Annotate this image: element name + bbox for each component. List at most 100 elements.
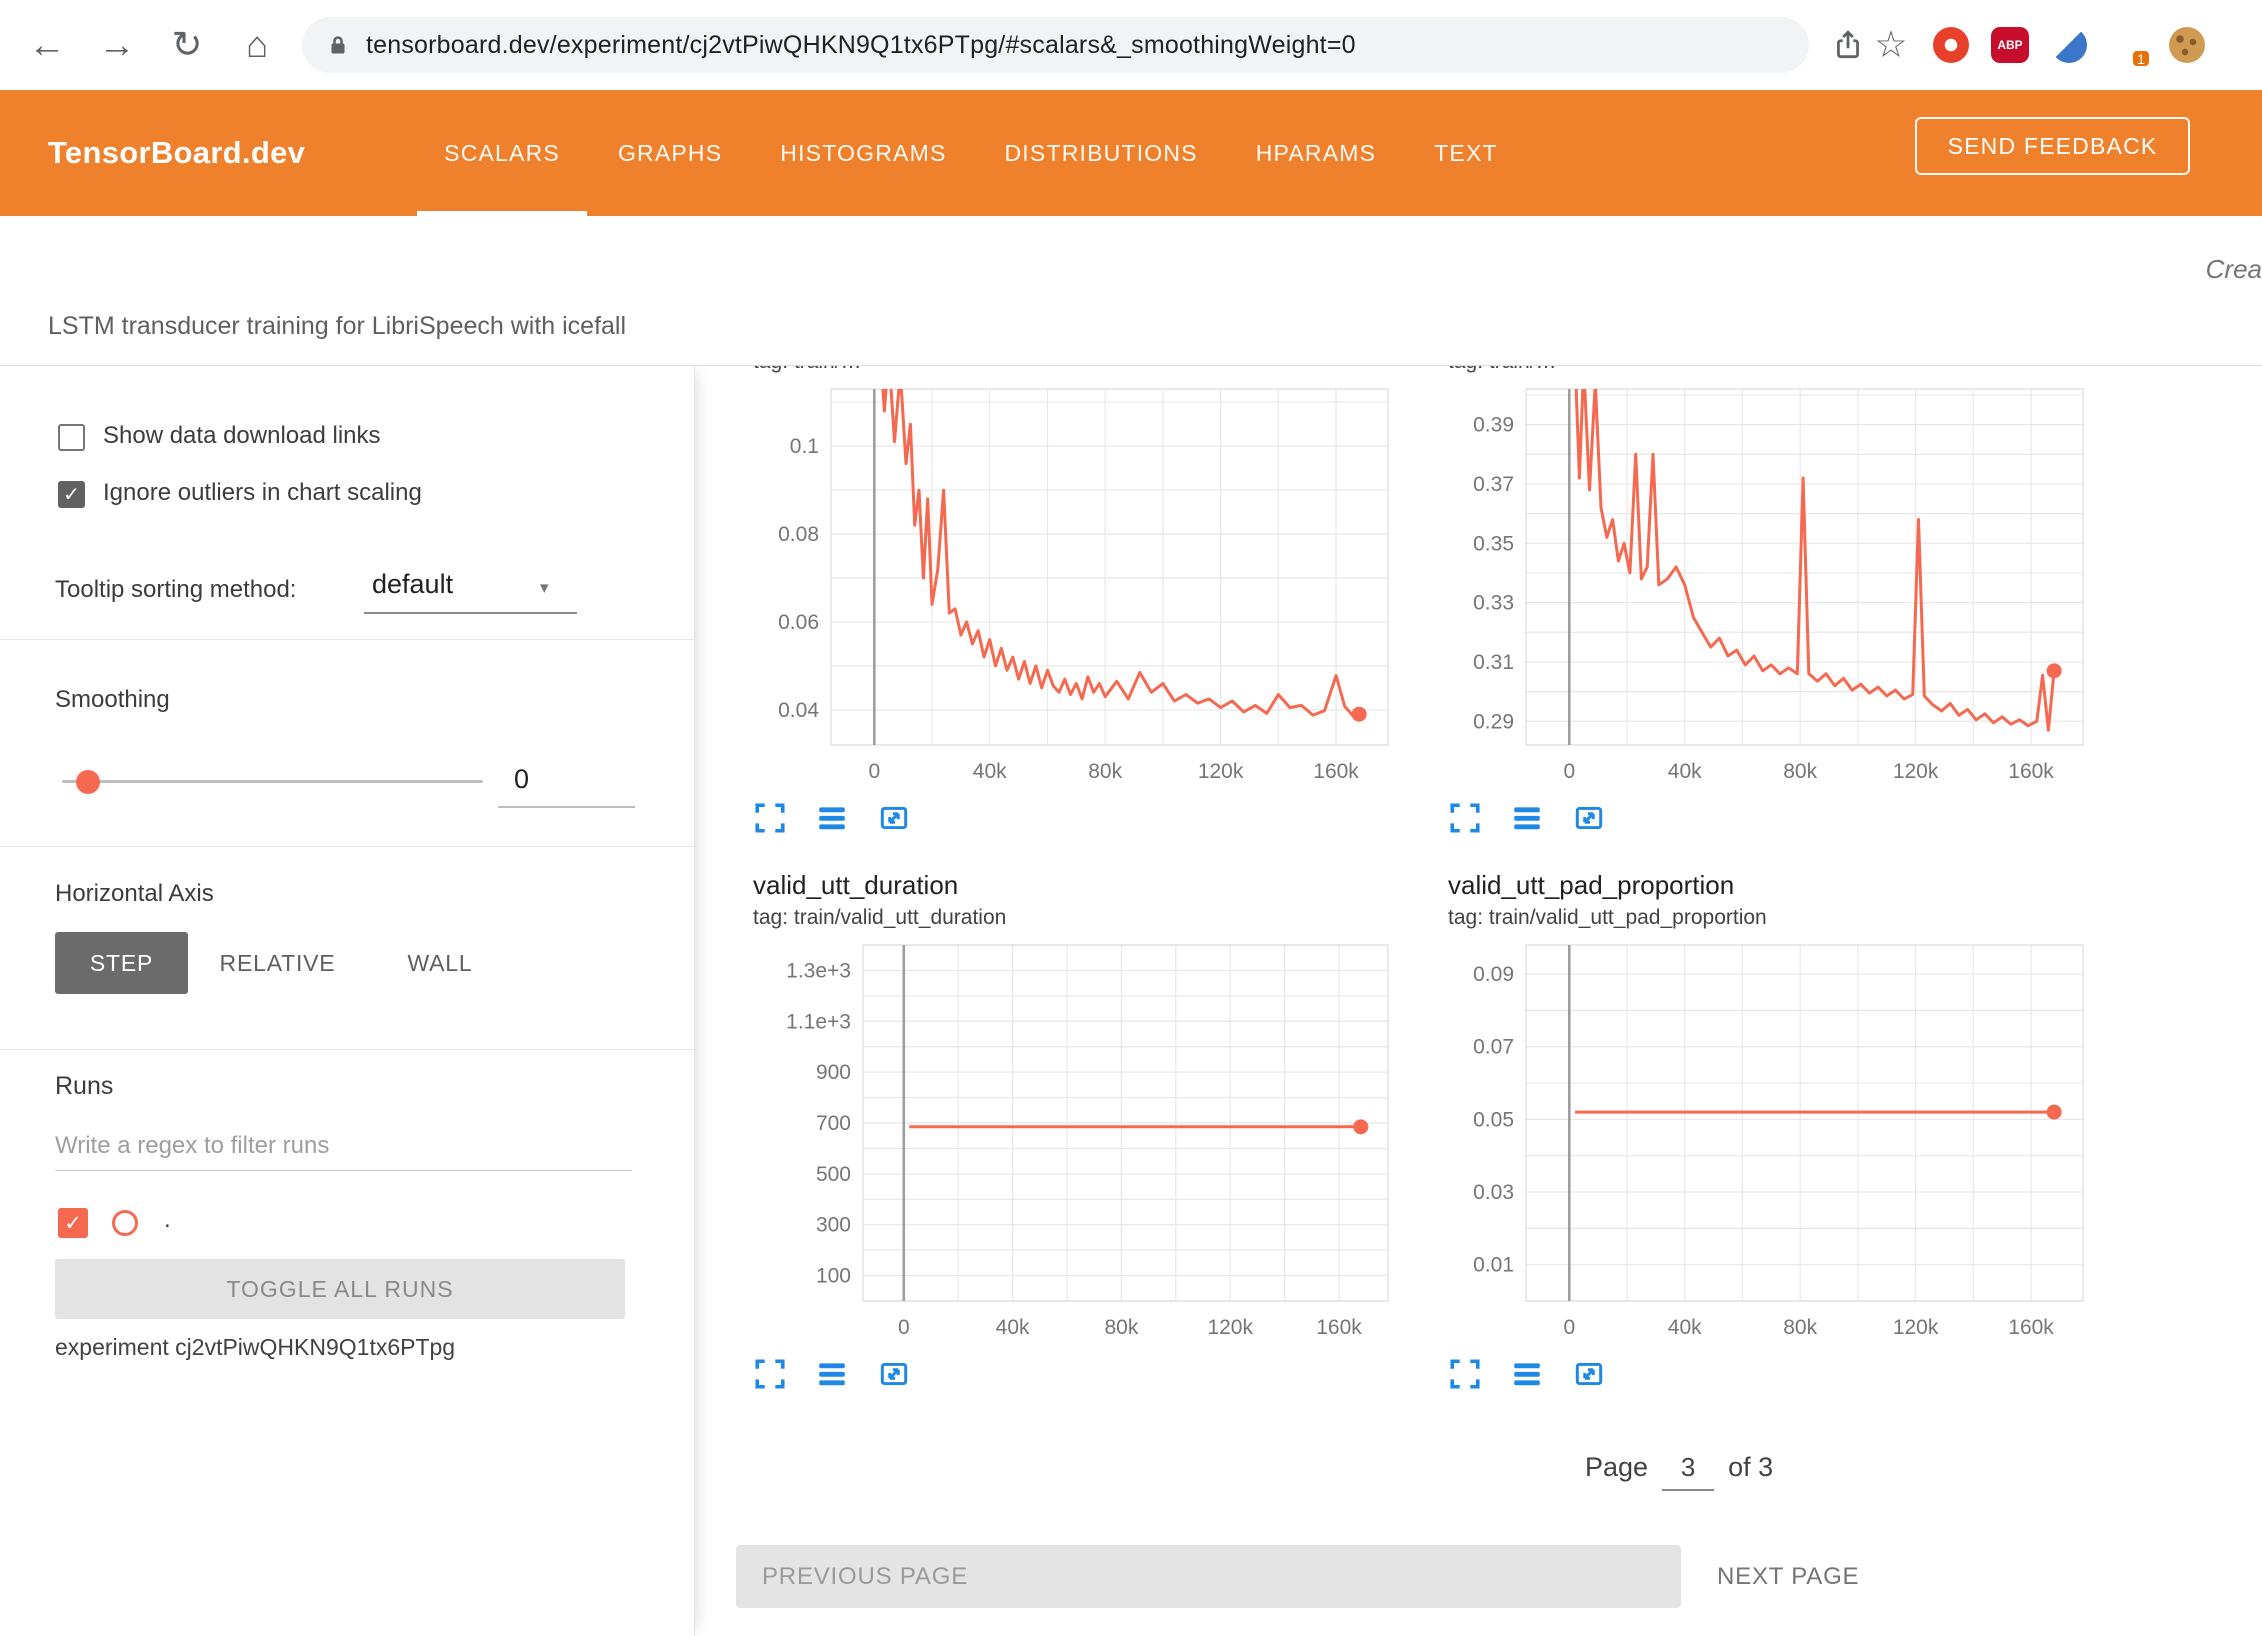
fullscreen-icon[interactable] — [1448, 1357, 1482, 1391]
fullscreen-icon[interactable] — [1448, 801, 1482, 835]
svg-text:0.33: 0.33 — [1473, 592, 1514, 615]
svg-text:160k: 160k — [2008, 1316, 2054, 1339]
top-navigation: SCALARS GRAPHS HISTOGRAMS DISTRIBUTIONS … — [415, 90, 1527, 216]
fit-domain-icon[interactable] — [877, 1357, 911, 1391]
charts-grid: tag: train/… 040k80k120k160k0.040.060.08… — [753, 366, 2093, 1393]
fullscreen-icon[interactable] — [753, 801, 787, 835]
extension-pie-badge-icon[interactable]: 1 — [2109, 26, 2147, 64]
ignore-outliers-checkbox[interactable]: ✓ — [58, 481, 85, 508]
sidebar-divider — [0, 1049, 695, 1050]
svg-text:0.06: 0.06 — [778, 611, 819, 634]
bookmark-star-icon[interactable]: ☆ — [1871, 0, 1911, 90]
svg-text:0.37: 0.37 — [1473, 473, 1514, 496]
smoothing-slider-track[interactable] — [62, 780, 483, 783]
tab-distributions[interactable]: DISTRIBUTIONS — [976, 90, 1227, 216]
scalar-line-chart[interactable]: 040k80k120k160k0.290.310.330.350.370.39 — [1448, 381, 2093, 793]
svg-text:0: 0 — [1563, 1316, 1575, 1339]
svg-text:0.07: 0.07 — [1473, 1036, 1514, 1059]
svg-text:40k: 40k — [1668, 1316, 1702, 1339]
axis-relative-button[interactable]: RELATIVE — [200, 932, 355, 994]
svg-text:80k: 80k — [1783, 1316, 1817, 1339]
reload-icon[interactable]: ↻ — [164, 0, 210, 90]
svg-text:1.1e+3: 1.1e+3 — [786, 1010, 851, 1033]
runs-menu-icon[interactable] — [1510, 801, 1544, 835]
back-icon[interactable]: ← — [24, 0, 70, 90]
extension-abp-icon[interactable]: ABP — [1991, 27, 2029, 63]
sidebar-divider — [0, 639, 695, 640]
scalar-line-chart[interactable]: 040k80k120k160k0.040.060.080.1 — [753, 381, 1398, 793]
run-name-label: . — [164, 1206, 171, 1234]
extension-cookie-icon[interactable] — [2169, 27, 2205, 63]
tab-graphs[interactable]: GRAPHS — [589, 90, 751, 216]
smoothing-value[interactable]: 0 — [514, 764, 529, 795]
page-of-label: of 3 — [1728, 1452, 1773, 1483]
previous-page-button[interactable]: PREVIOUS PAGE — [736, 1545, 1681, 1608]
tooltip-sorting-select[interactable]: default — [372, 569, 453, 600]
home-icon[interactable]: ⌂ — [234, 0, 280, 90]
svg-text:120k: 120k — [1893, 760, 1939, 783]
svg-text:900: 900 — [816, 1061, 851, 1084]
experiment-id-caption: experiment cj2vtPiwQHKN9Q1tx6PTpg — [55, 1334, 455, 1361]
tab-text[interactable]: TEXT — [1405, 90, 1527, 216]
extension-badge-count: 1 — [2131, 49, 2151, 68]
fit-domain-icon[interactable] — [1572, 801, 1606, 835]
toggle-all-runs-button[interactable]: TOGGLE ALL RUNS — [55, 1259, 625, 1319]
scalar-line-chart[interactable]: 040k80k120k160k0.010.030.050.070.09 — [1448, 937, 2093, 1349]
chart-toolbar — [753, 793, 1398, 837]
axis-step-button[interactable]: STEP — [55, 932, 188, 994]
svg-text:100: 100 — [816, 1265, 851, 1288]
ignore-outliers-label: Ignore outliers in chart scaling — [103, 479, 422, 507]
runs-menu-icon[interactable] — [1510, 1357, 1544, 1391]
share-icon[interactable] — [1831, 28, 1865, 62]
scalar-line-chart[interactable]: 040k80k120k160k1003005007009001.1e+31.3e… — [753, 937, 1398, 1349]
page-label: Page — [1585, 1452, 1648, 1483]
axis-wall-button[interactable]: WALL — [385, 932, 495, 994]
address-bar[interactable]: tensorboard.dev/experiment/cj2vtPiwQHKN9… — [302, 17, 1809, 73]
runs-regex-input[interactable] — [55, 1132, 632, 1171]
extension-pocket-icon[interactable] — [2051, 27, 2087, 63]
page-number-input[interactable] — [1662, 1452, 1714, 1491]
chart-toolbar — [753, 1349, 1398, 1393]
chart-tag: tag: train/… — [1448, 366, 2093, 381]
chart-toolbar — [1448, 1349, 2093, 1393]
svg-text:80k: 80k — [1104, 1316, 1138, 1339]
url-text: tensorboard.dev/experiment/cj2vtPiwQHKN9… — [366, 31, 1356, 60]
runs-menu-icon[interactable] — [815, 1357, 849, 1391]
check-icon: ✓ — [64, 1211, 82, 1236]
tab-hparams[interactable]: HPARAMS — [1227, 90, 1405, 216]
smoothing-slider-thumb[interactable] — [76, 770, 100, 794]
fit-domain-icon[interactable] — [1572, 1357, 1606, 1391]
svg-text:40k: 40k — [1668, 760, 1702, 783]
created-text-cropped: Crea — [2206, 254, 2262, 285]
chart-card-valid-utt-duration: valid_utt_duration tag: train/valid_utt_… — [753, 867, 1398, 1393]
next-page-button[interactable]: NEXT PAGE — [1717, 1545, 1859, 1608]
svg-text:0.29: 0.29 — [1473, 710, 1514, 733]
runs-menu-icon[interactable] — [815, 801, 849, 835]
svg-text:0.08: 0.08 — [778, 523, 819, 546]
tab-scalars[interactable]: SCALARS — [415, 90, 589, 216]
horizontal-axis-label: Horizontal Axis — [55, 880, 214, 908]
check-icon: ✓ — [63, 482, 80, 507]
chart-tag: tag: train/valid_utt_duration — [753, 905, 1398, 937]
show-download-links-checkbox[interactable] — [58, 424, 85, 451]
fullscreen-icon[interactable] — [753, 1357, 787, 1391]
show-download-links-label: Show data download links — [103, 422, 381, 450]
dropdown-arrow-icon[interactable]: ▾ — [540, 578, 549, 598]
app-logo[interactable]: TensorBoard.dev — [48, 135, 305, 171]
fit-domain-icon[interactable] — [877, 801, 911, 835]
forward-icon[interactable]: → — [94, 0, 140, 90]
run-color-swatch-icon[interactable] — [112, 1210, 138, 1236]
sidebar-divider — [0, 846, 695, 847]
send-feedback-button[interactable]: SEND FEEDBACK — [1915, 117, 2190, 175]
lock-icon — [324, 31, 352, 59]
svg-text:0: 0 — [1563, 760, 1575, 783]
page-indicator: Page of 3 — [1585, 1452, 1773, 1491]
smoothing-value-underline — [498, 806, 635, 808]
svg-text:40k: 40k — [973, 760, 1007, 783]
tab-histograms[interactable]: HISTOGRAMS — [751, 90, 975, 216]
svg-text:300: 300 — [816, 1214, 851, 1237]
run-checkbox[interactable]: ✓ — [58, 1208, 88, 1238]
svg-text:120k: 120k — [1207, 1316, 1253, 1339]
svg-text:0.39: 0.39 — [1473, 414, 1514, 437]
extension-blocker-icon[interactable] — [1933, 27, 1969, 63]
